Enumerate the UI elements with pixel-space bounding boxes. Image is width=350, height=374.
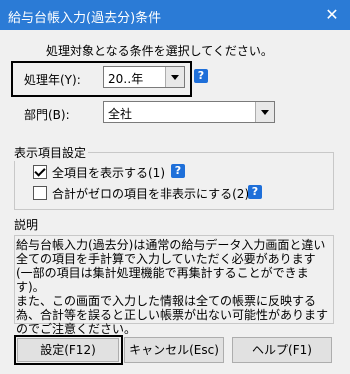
close-icon[interactable]: ✕ xyxy=(318,3,346,27)
title-bar: 給与台帳入力(過去分)条件 ✕ xyxy=(0,0,350,30)
hide-zero-help-icon[interactable]: ? xyxy=(248,185,262,199)
show-all-help-icon[interactable]: ? xyxy=(171,164,185,178)
cancel-button[interactable]: キャンセル(Esc) xyxy=(124,337,224,363)
instruction-text: 処理対象となる条件を選択してください。 xyxy=(46,44,273,58)
year-value: 20‥年 xyxy=(108,72,144,86)
hide-zero-checkbox[interactable] xyxy=(33,186,47,200)
year-help-icon[interactable]: ? xyxy=(194,69,208,83)
hide-zero-label[interactable]: 合計がゼロの項目を非表示にする(2) xyxy=(52,185,249,202)
chevron-down-icon[interactable] xyxy=(255,102,274,122)
year-select[interactable]: 20‥年 xyxy=(103,66,185,88)
chevron-down-icon[interactable] xyxy=(165,67,184,87)
description-title: 説明 xyxy=(12,216,41,233)
display-settings-title: 表示項目設定 xyxy=(12,144,89,161)
department-label: 部門(B): xyxy=(24,108,70,122)
year-label: 処理年(Y): xyxy=(24,73,81,87)
help-button[interactable]: ヘルプ(F1) xyxy=(232,337,332,363)
show-all-label[interactable]: 全項目を表示する(1) xyxy=(52,164,165,181)
department-select[interactable]: 全社 xyxy=(103,101,275,123)
description-text: 給与台帳入力(過去分)は通常の給与データ入力画面と違い全ての項目を手計算で入力し… xyxy=(16,238,329,336)
ok-button[interactable]: 設定(F12) xyxy=(17,338,119,362)
window-title: 給与台帳入力(過去分)条件 xyxy=(8,11,162,26)
department-value: 全社 xyxy=(108,107,133,121)
show-all-checkbox[interactable] xyxy=(33,165,47,179)
